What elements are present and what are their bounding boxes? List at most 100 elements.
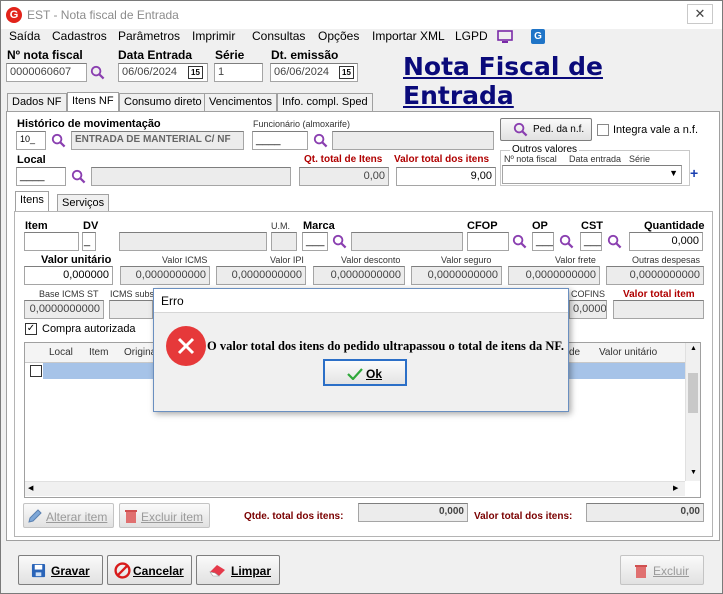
gravar-label: Gravar	[51, 564, 90, 578]
cst-search-icon[interactable]	[607, 234, 622, 249]
grid-col-de[interactable]: de	[569, 347, 580, 358]
scroll-left-icon[interactable]: ◀	[28, 484, 33, 492]
scroll-up-icon[interactable]: ▲	[690, 345, 697, 352]
cfop-search-icon[interactable]	[512, 234, 527, 249]
serie-field[interactable]: 1	[214, 63, 263, 82]
gravar-button[interactable]: Gravar	[18, 555, 103, 585]
valor-desconto-label: Valor desconto	[341, 255, 401, 265]
funcionario-name	[332, 131, 494, 150]
marca-field[interactable]: ___	[302, 232, 328, 251]
marca-search-icon[interactable]	[332, 234, 347, 249]
menu-cadastros[interactable]: Cadastros	[52, 29, 107, 43]
funcionario-label: Funcionário (almoxarife)	[253, 119, 351, 129]
valor-seguro-field: 0,0000000000	[411, 266, 502, 285]
valor-seguro-label: Valor seguro	[441, 255, 492, 265]
outros-valores-select[interactable]: ▼	[502, 165, 682, 184]
op-field[interactable]: ___	[532, 232, 554, 251]
close-window-button[interactable]: ✕	[687, 4, 713, 24]
dv-field[interactable]: _	[82, 232, 96, 251]
menu-parametros[interactable]: Parâmetros	[118, 29, 180, 43]
valor-total-item-label: Valor total item	[623, 289, 695, 300]
limpar-button[interactable]: Limpar	[196, 555, 280, 585]
um-field	[271, 232, 297, 251]
tab-vencimentos[interactable]: Vencimentos	[204, 93, 277, 111]
menu-consultas[interactable]: Consultas	[252, 29, 305, 43]
scroll-down-icon[interactable]: ▼	[690, 469, 697, 476]
outras-despesas-field: 0,0000000000	[606, 266, 704, 285]
scroll-right-icon[interactable]: ▶	[673, 484, 678, 492]
valor-frete-field: 0,0000000000	[508, 266, 600, 285]
ok-button[interactable]: Ok	[323, 359, 407, 386]
marca-label: Marca	[303, 220, 335, 232]
calendar-icon[interactable]: 15	[188, 66, 203, 79]
item-field[interactable]	[24, 232, 79, 251]
vertical-scrollbar[interactable]: ▲ ▼	[685, 343, 700, 481]
cancelar-button[interactable]: Cancelar	[107, 555, 192, 585]
base-icms-st-label: Base ICMS ST	[39, 289, 99, 299]
app-shortcut-icon[interactable]: G	[531, 29, 545, 44]
valor-desconto-field: 0,0000000000	[313, 266, 405, 285]
integra-vale-checkbox[interactable]	[597, 124, 609, 136]
excluir-button[interactable]: Excluir	[620, 555, 704, 585]
horizontal-scrollbar[interactable]: ◀ ▶	[25, 481, 685, 496]
cancel-icon	[114, 562, 131, 579]
tab-consumo-direto[interactable]: Consumo direto	[119, 93, 207, 111]
cfop-field[interactable]	[467, 232, 509, 251]
dialog-title: Erro	[154, 289, 568, 313]
pencil-icon	[28, 509, 42, 523]
add-icon[interactable]: +	[690, 165, 698, 181]
trash-icon	[125, 510, 137, 523]
excluir-item-label: Excluir item	[141, 510, 204, 524]
dv-label: DV	[83, 220, 99, 232]
valor-ipi-label: Valor IPI	[270, 255, 304, 265]
calendar-icon[interactable]: 15	[339, 66, 354, 79]
alterar-item-button[interactable]: Alterar item	[23, 503, 114, 528]
tab-dados-nf[interactable]: Dados NF	[7, 93, 67, 111]
qt-total-label: Qt. total de Itens	[304, 154, 383, 165]
cst-label: CST	[581, 220, 603, 232]
valor-total-item-field	[613, 300, 704, 319]
main-window: G EST - Nota fiscal de Entrada ✕ Saída C…	[0, 0, 723, 594]
icms-subs-field	[109, 300, 153, 319]
excluir-item-button[interactable]: Excluir item	[119, 503, 210, 528]
qt-total-field: 0,00	[299, 167, 389, 186]
grid-col-item[interactable]: Item	[89, 347, 108, 358]
menu-saida[interactable]: Saída	[9, 29, 40, 43]
icms-subs-label: ICMS subs	[110, 289, 155, 299]
tab-itens-nf[interactable]: Itens NF	[67, 92, 119, 112]
local-search-icon[interactable]	[71, 169, 86, 184]
monitor-icon[interactable]	[497, 30, 513, 44]
valor-total-field[interactable]: 9,00	[396, 167, 496, 186]
quantidade-field[interactable]: 0,000	[629, 232, 703, 251]
valor-icms-label: Valor ICMS	[162, 255, 208, 265]
menu-imprimir[interactable]: Imprimir	[192, 29, 235, 43]
op-search-icon[interactable]	[559, 234, 574, 249]
subtab-itens[interactable]: Itens	[15, 191, 49, 211]
cst-field[interactable]: ___	[580, 232, 602, 251]
tab-info-compl-sped[interactable]: Info. compl. Sped	[277, 93, 373, 111]
subtab-servicos[interactable]: Serviços	[57, 194, 110, 212]
floppy-disk-icon	[31, 563, 46, 578]
grid-col-origina[interactable]: Origina	[124, 347, 156, 358]
eraser-icon	[209, 565, 225, 577]
ped-da-nf-button[interactable]: Ped. da n.f.	[500, 118, 592, 141]
cofins-field: 0,0000000000	[569, 300, 607, 319]
nf-search-icon[interactable]	[90, 65, 105, 80]
compra-autorizada-checkbox[interactable]: ✓	[25, 323, 37, 335]
historico-code-field[interactable]: 10_	[16, 131, 46, 150]
grid-col-valor-unitario[interactable]: Valor unitário	[599, 347, 657, 358]
local-name	[91, 167, 291, 186]
scroll-thumb[interactable]	[688, 373, 698, 413]
nf-number-field[interactable]: 0000060607	[6, 63, 87, 82]
grid-row-checkbox[interactable]	[30, 365, 42, 377]
grid-col-local[interactable]: Local	[49, 347, 73, 358]
menu-importar-xml[interactable]: Importar XML	[372, 29, 445, 43]
funcionario-field[interactable]: ____	[252, 131, 308, 150]
valor-unitario-field[interactable]: 0,000000	[24, 266, 113, 285]
funcionario-search-icon[interactable]	[313, 133, 328, 148]
menu-lgpd[interactable]: LGPD	[455, 29, 488, 43]
menu-opcoes[interactable]: Opções	[318, 29, 359, 43]
ok-label: Ok	[366, 367, 383, 381]
local-field[interactable]: ____	[16, 167, 66, 186]
historico-search-icon[interactable]	[51, 133, 66, 148]
